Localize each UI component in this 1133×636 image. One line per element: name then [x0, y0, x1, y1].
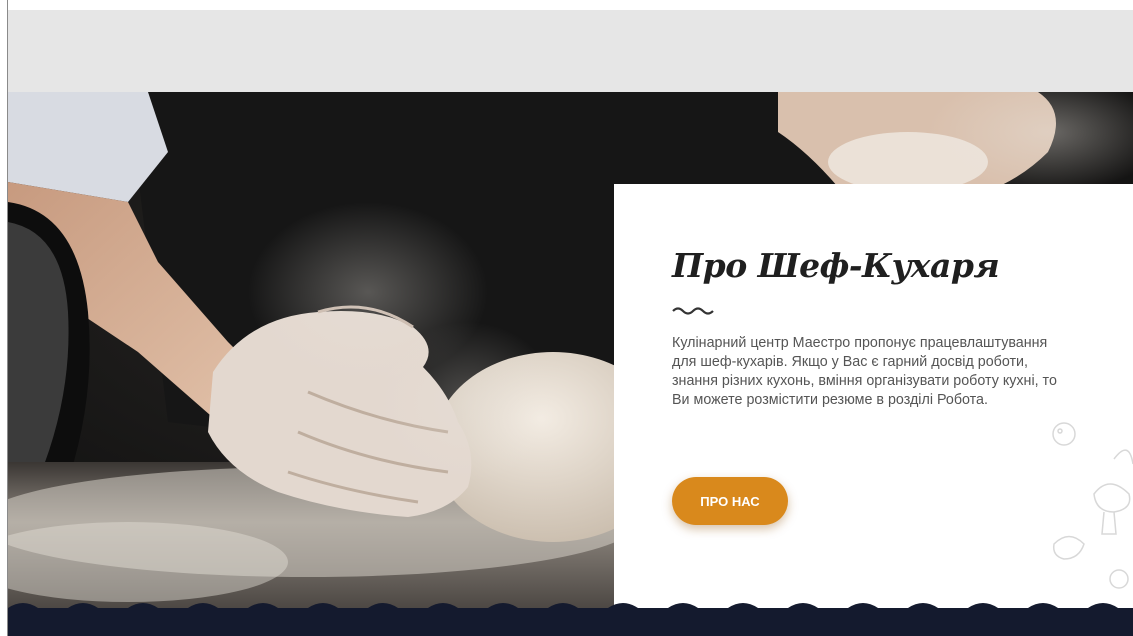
food-doodles-icon	[1052, 422, 1133, 589]
footer-band	[8, 608, 1133, 636]
decorative-squiggle-icon	[672, 307, 714, 315]
about-description: Кулінарний центр Маестро пропонує працев…	[672, 335, 1057, 408]
about-card: Про Шеф-Кухаря Кулінарний центр Маестро …	[614, 184, 1133, 612]
header-band	[8, 10, 1133, 92]
about-title: Про Шеф-Кухаря	[672, 246, 1000, 285]
about-us-button[interactable]: ПРО НАС	[672, 477, 788, 525]
